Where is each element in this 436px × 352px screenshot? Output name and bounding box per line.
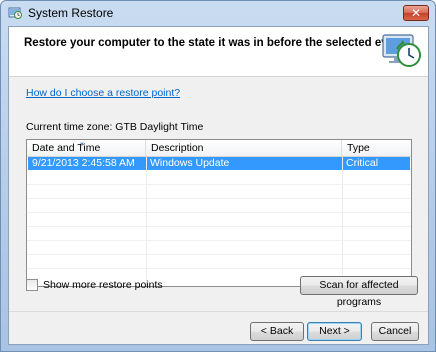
system-restore-window: System Restore ✕ Restore your computer t… (0, 0, 436, 352)
column-header-date-label: Date and Time (32, 142, 101, 154)
column-header-date[interactable]: Date and Time ▼ (27, 140, 146, 157)
next-button[interactable]: Next > (307, 322, 362, 341)
title-bar[interactable]: System Restore ✕ (1, 1, 435, 25)
help-link[interactable]: How do I choose a restore point? (26, 87, 180, 99)
page-title: Restore your computer to the state it wa… (24, 37, 405, 49)
show-more-checkbox[interactable] (26, 279, 38, 291)
row-date: 9/21/2013 2:45:58 AM (32, 157, 135, 169)
dialog-client-area: Restore your computer to the state it wa… (8, 26, 429, 345)
back-button[interactable]: < Back (250, 322, 304, 341)
system-restore-clock-icon (382, 34, 421, 67)
grid-line (27, 226, 411, 227)
cancel-button[interactable]: Cancel (371, 322, 419, 341)
table-row[interactable]: 9/21/2013 2:45:58 AM Windows Update Crit… (28, 157, 410, 182)
grid-line (27, 184, 411, 185)
grid-line (27, 212, 411, 213)
row-type: Critical Update (346, 157, 380, 182)
grid-line (27, 240, 411, 241)
row-description: Windows Update (150, 157, 230, 169)
column-header-description[interactable]: Description (146, 140, 342, 157)
timezone-label: Current time zone: GTB Daylight Time (26, 121, 204, 133)
column-header-description-label: Description (151, 142, 204, 154)
dialog-header: Restore your computer to the state it wa… (9, 27, 428, 77)
restore-points-list[interactable]: Date and Time ▼ Description Type 9/21/20… (26, 139, 412, 287)
list-header: Date and Time ▼ Description Type (27, 140, 411, 157)
show-more-label[interactable]: Show more restore points (43, 279, 163, 291)
grid-line (27, 268, 411, 269)
grid-line (27, 198, 411, 199)
sort-arrow-icon: ▼ (79, 142, 85, 148)
window-title: System Restore (28, 6, 114, 20)
system-restore-icon (8, 7, 22, 19)
close-button[interactable]: ✕ (403, 5, 429, 21)
column-header-type-label: Type (347, 142, 370, 154)
column-header-type[interactable]: Type (342, 140, 411, 157)
footer-divider (9, 311, 428, 312)
grid-line (27, 254, 411, 255)
scan-affected-programs-button[interactable]: Scan for affected programs (300, 276, 418, 308)
